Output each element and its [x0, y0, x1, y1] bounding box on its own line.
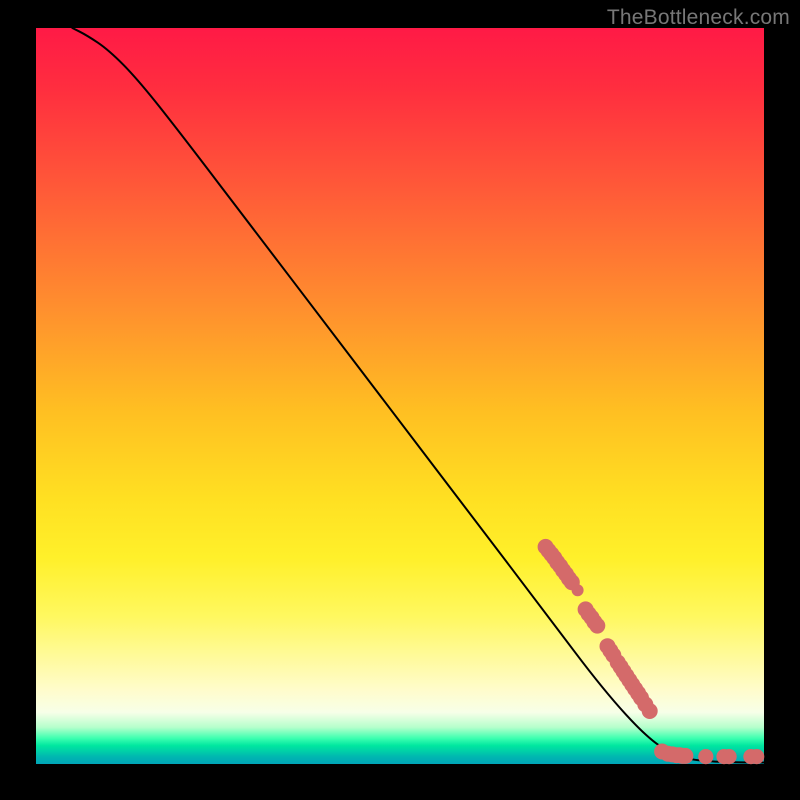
data-point	[698, 749, 713, 764]
chart-svg	[36, 28, 764, 764]
plot-area	[36, 28, 764, 764]
data-markers	[538, 539, 765, 764]
data-point	[722, 749, 737, 764]
data-point	[642, 703, 658, 719]
bottleneck-curve	[72, 28, 764, 763]
data-point	[572, 584, 584, 596]
watermark-text: TheBottleneck.com	[607, 6, 790, 30]
data-point	[749, 749, 764, 764]
data-point	[589, 618, 605, 634]
data-point	[677, 748, 693, 764]
chart-frame: TheBottleneck.com	[0, 0, 800, 800]
